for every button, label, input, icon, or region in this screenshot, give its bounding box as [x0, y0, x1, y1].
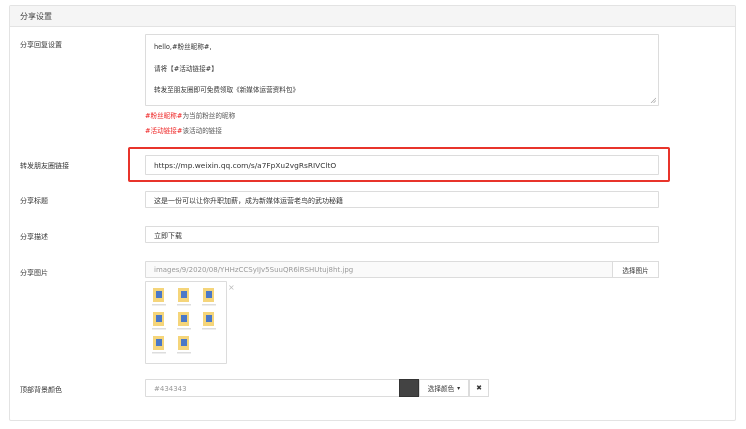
share-desc-input[interactable]: 立即下载 [145, 226, 659, 243]
select-image-button[interactable]: 选择图片 [612, 261, 659, 278]
share-reply-line: 请将【#活动链接#】 [154, 65, 218, 73]
color-swatch[interactable] [399, 379, 419, 397]
hint-token: #活动链接# [145, 127, 183, 135]
share-title-label: 分享标题 [20, 197, 48, 205]
panel-header: 分享设置 [10, 6, 735, 27]
share-image-thumbnail [145, 281, 227, 364]
folder-files-image [152, 288, 216, 354]
placeholder-hint-link: #活动链接#该活动的链接 [145, 125, 222, 135]
pick-color-label: 选择颜色 [427, 385, 455, 393]
share-reply-line: hello,#粉丝昵称#, [154, 43, 212, 51]
share-reply-textarea[interactable]: hello,#粉丝昵称#, 请将【#活动链接#】 转发至朋友圈即可免费领取《新媒… [145, 34, 659, 106]
highlight-box [128, 147, 670, 182]
hint-token: #粉丝昵称# [145, 112, 183, 120]
share-reply-label: 分享回复设置 [20, 41, 62, 49]
placeholder-hint-nickname: #粉丝昵称#为当前粉丝的昵称 [145, 110, 235, 120]
resize-handle-icon[interactable] [650, 97, 656, 103]
share-desc-label: 分享描述 [20, 233, 48, 241]
panel-title: 分享设置 [20, 12, 52, 21]
header-bg-color-value: #434343 [154, 385, 187, 393]
pick-color-button[interactable]: 选择颜色 ▾ [419, 379, 469, 397]
share-image-label: 分享图片 [20, 269, 48, 277]
share-desc-value: 立即下载 [154, 232, 182, 240]
caret-down-icon: ▾ [457, 384, 461, 392]
header-bg-color-label: 顶部背景颜色 [20, 386, 62, 394]
share-image-path: images/9/2020/08/YHHzCCSyIJv5SuuQR6lRSHU… [154, 266, 354, 274]
share-title-input[interactable]: 这是一份可以让你升职加薪，成为新媒体运营老鸟的武功秘籍 [145, 191, 659, 208]
clear-color-button[interactable]: ✖ [469, 379, 489, 397]
share-title-value: 这是一份可以让你升职加薪，成为新媒体运营老鸟的武功秘籍 [154, 197, 343, 205]
hint-text: 为当前粉丝的昵称 [182, 112, 236, 120]
remove-image-icon[interactable]: × [228, 283, 235, 292]
share-reply-line: 转发至朋友圈即可免费领取《新媒体运营资料包》 [154, 86, 300, 94]
moments-link-label: 转发朋友圈链接 [20, 162, 69, 170]
header-bg-color-input[interactable]: #434343 [145, 379, 400, 397]
clear-icon: ✖ [476, 384, 482, 392]
share-image-path-input[interactable]: images/9/2020/08/YHHzCCSyIJv5SuuQR6lRSHU… [145, 261, 613, 278]
hint-text: 该活动的链接 [182, 127, 222, 135]
